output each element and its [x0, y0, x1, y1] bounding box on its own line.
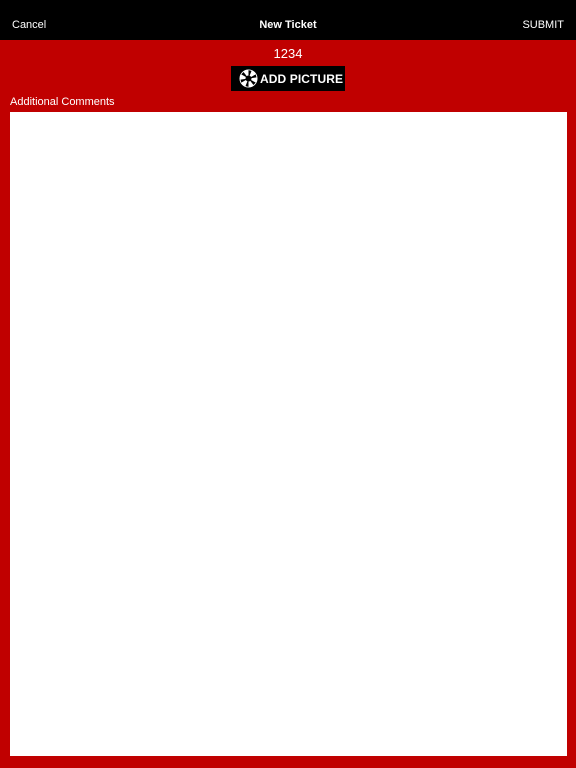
camera-aperture-icon: [239, 69, 258, 88]
page-title: New Ticket: [259, 19, 317, 31]
ticket-number: 1234: [273, 46, 303, 61]
ticket-form: 1234 ADD PICTURE Additional Comments: [0, 40, 576, 768]
comments-textarea[interactable]: [10, 112, 567, 756]
add-picture-label: ADD PICTURE: [260, 71, 344, 86]
comments-label: Additional Comments: [10, 96, 115, 108]
add-picture-button[interactable]: ADD PICTURE: [231, 66, 345, 91]
navigation-bar: Cancel New Ticket SUBMIT: [0, 0, 576, 40]
submit-button[interactable]: SUBMIT: [522, 18, 564, 32]
